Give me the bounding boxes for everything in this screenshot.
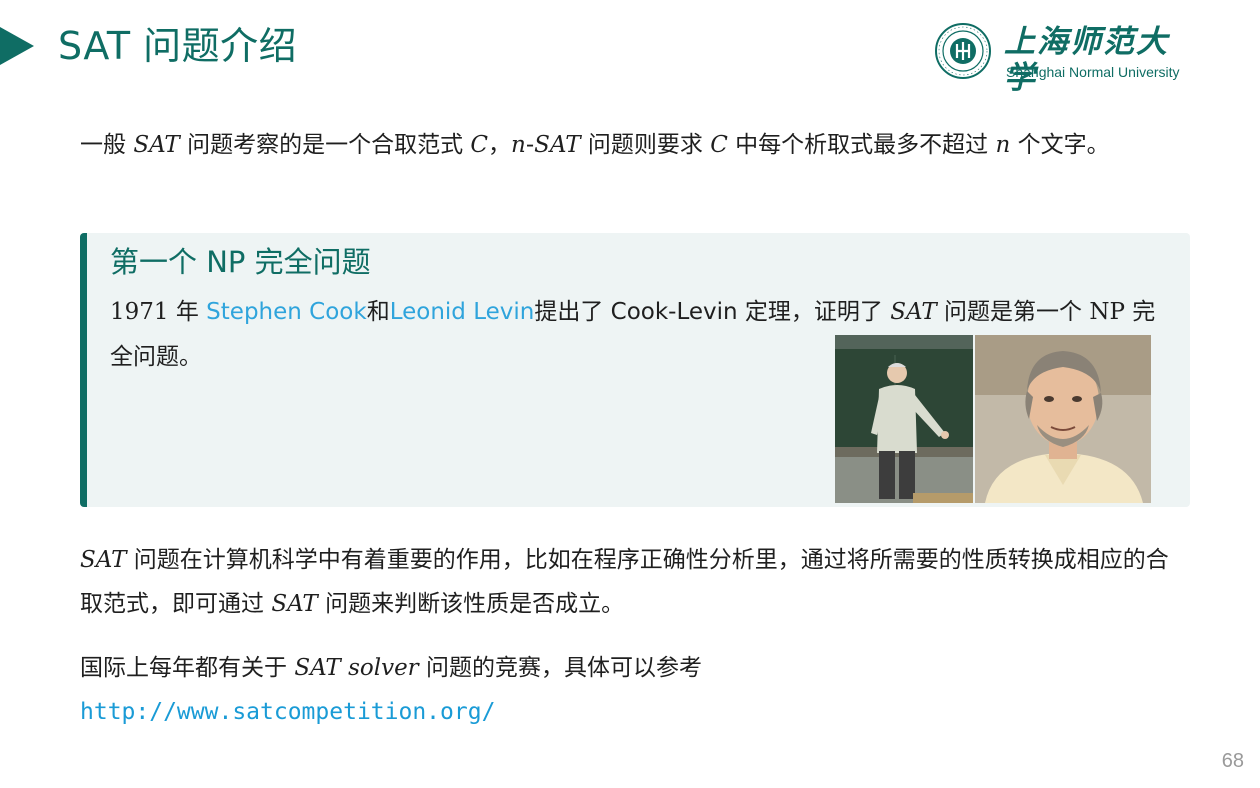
leonid-levin-photo (975, 335, 1151, 503)
math-c: C (710, 132, 728, 158)
math-c: C (470, 132, 488, 158)
university-logo: 上海师范大学 Shanghai Normal University (930, 20, 1190, 96)
stephen-cook-photo (835, 335, 973, 503)
math-n: n (995, 132, 1011, 158)
intro-text: 问题则要求 (580, 132, 711, 158)
block-text-part: 年 (168, 299, 207, 325)
np-complete-block: 第一个 NP 完全问题 1971 年 Stephen Cook和Leonid L… (80, 233, 1190, 507)
university-seal-icon (935, 23, 991, 79)
stephen-cook-image (835, 335, 973, 503)
intro-text: ， (488, 132, 511, 158)
math-sat: SAT (80, 547, 127, 573)
math-sat: SAT (534, 132, 581, 158)
sat-competition-link[interactable]: http://www.satcompetition.org/ (80, 692, 495, 732)
intro-text: - (525, 132, 535, 158)
importance-text: 问题来判断该性质是否成立。 (317, 591, 625, 617)
leonid-levin-link[interactable]: Leonid Levin (390, 299, 535, 325)
math-n: n (511, 132, 526, 158)
importance-text: 问题在计算机科学中有着重要的作用，比如在程序正确性分析里，通过将所需要的性质转换… (80, 547, 1169, 617)
block-text-part: 问题是第一个 (936, 299, 1090, 325)
title-marker (0, 27, 34, 65)
intro-text: 问题考察的是一个合取范式 (179, 132, 471, 158)
math-sat: SAT (890, 299, 937, 325)
math-sat: SAT (133, 132, 180, 158)
intro-text: 个文字。 (1010, 132, 1110, 158)
block-accent-bar (80, 233, 87, 507)
block-text-part: 提出了 Cook-Levin 定理，证明了 (534, 299, 891, 325)
np-term: NP (1089, 299, 1125, 325)
intro-text: 中每个析取式最多不超过 (727, 132, 996, 158)
leonid-levin-image (975, 335, 1151, 503)
logo-english-name: Shanghai Normal University (1006, 64, 1180, 80)
stephen-cook-link[interactable]: Stephen Cook (206, 299, 367, 325)
math-sat-solver: SAT solver (294, 655, 419, 681)
block-title: 第一个 NP 完全问题 (110, 245, 371, 279)
competition-text: 问题的竞赛，具体可以参考 (418, 655, 702, 681)
competition-paragraph: 国际上每年都有关于 SAT solver 问题的竞赛，具体可以参考 (80, 646, 1190, 690)
intro-text: 一般 (80, 132, 134, 158)
competition-text: 国际上每年都有关于 (80, 655, 295, 681)
slide-title: SAT 问题介绍 (58, 24, 298, 68)
year: 1971 (110, 299, 169, 325)
page-number: 68 (1221, 750, 1244, 772)
intro-paragraph: 一般 SAT 问题考察的是一个合取范式 C，n-SAT 问题则要求 C 中每个析… (80, 123, 1190, 167)
logo-chinese-name: 上海师范大学 (1004, 24, 1169, 96)
importance-paragraph: SAT 问题在计算机科学中有着重要的作用，比如在程序正确性分析里，通过将所需要的… (80, 538, 1190, 626)
block-text-part: 和 (366, 299, 390, 325)
math-sat: SAT (271, 591, 318, 617)
